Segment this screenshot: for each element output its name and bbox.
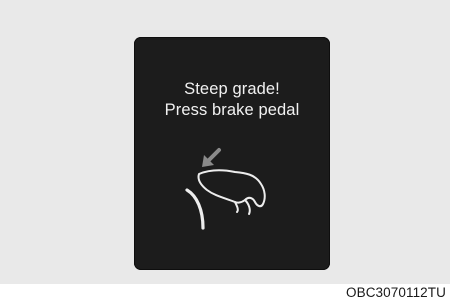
warning-line-1: Steep grade!: [184, 80, 280, 98]
pedal-arc-icon: [185, 188, 205, 230]
warning-message: Steep grade! Press brake pedal: [134, 79, 330, 121]
foot-on-brake-pedal-icon: [185, 148, 266, 230]
cluster-display: Steep grade! Press brake pedal: [134, 37, 330, 270]
figure-code: OBC3070112TU: [345, 285, 446, 300]
illustration-frame: Steep grade! Press brake pedal: [0, 0, 450, 284]
warning-line-2: Press brake pedal: [164, 101, 300, 119]
press-arrow-icon: [202, 148, 221, 167]
foot-icon: [197, 169, 266, 215]
